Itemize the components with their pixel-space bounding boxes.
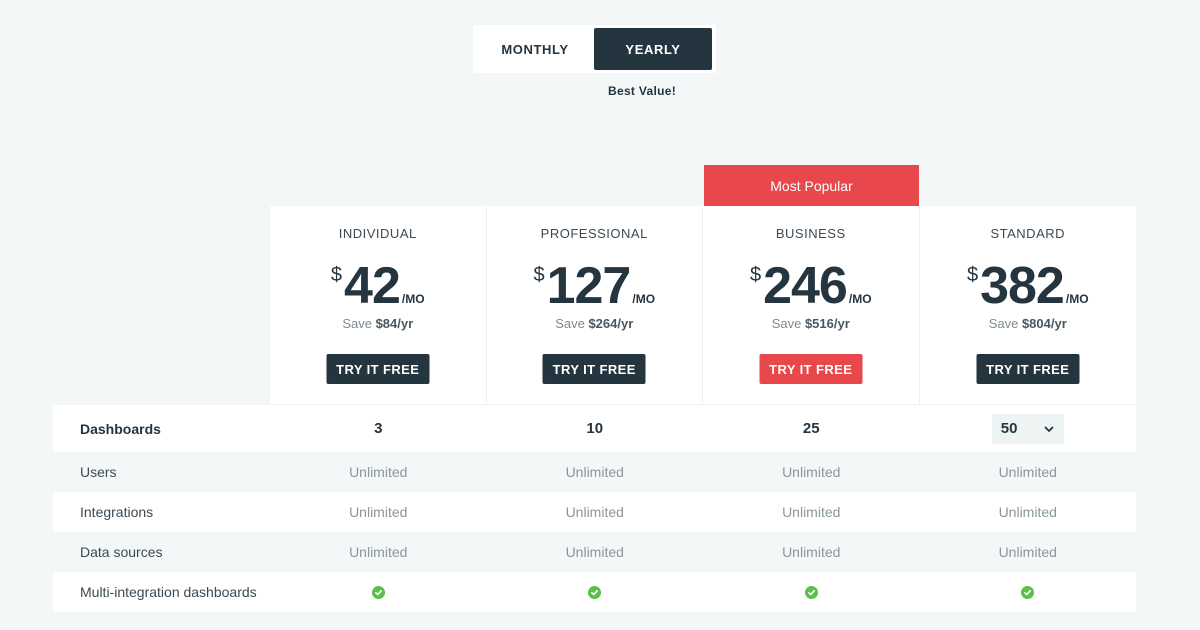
feature-value-cell [703, 585, 920, 599]
price-period: /MO [401, 292, 425, 306]
price-amount: 382 [980, 257, 1065, 315]
feature-label: Data sources [80, 544, 163, 560]
plan-cards: INDIVIDUAL $ 42 /MO Save $84/yr TRY IT F… [270, 206, 1136, 405]
feature-value: Unlimited [998, 504, 1057, 520]
plan-price: $ 382 /MO [920, 258, 1137, 314]
plan-card-professional: PROFESSIONAL $ 127 /MO Save $264/yr TRY … [487, 206, 703, 404]
feature-value: Unlimited [998, 544, 1057, 560]
yearly-savings: Save $804/yr [920, 316, 1137, 331]
savings-prefix: Save [342, 316, 376, 331]
plan-price: $ 127 /MO [487, 258, 703, 314]
feature-value-cell: 50 [920, 413, 1137, 444]
plan-name: INDIVIDUAL [338, 226, 417, 241]
plan-card-standard: STANDARD $ 382 /MO Save $804/yr TRY IT F… [920, 206, 1137, 404]
plan-name: PROFESSIONAL [540, 226, 648, 241]
savings-prefix: Save [771, 316, 805, 331]
table-row-multi-integration: Multi-integration dashboards [53, 572, 1136, 612]
dashboards-select-value: 50 [1000, 420, 1018, 437]
savings-amount: $264 [588, 316, 618, 331]
feature-value: 3 [374, 420, 383, 437]
savings-amount: $804 [1021, 316, 1051, 331]
table-row-partial [53, 612, 1136, 630]
savings-suffix: /yr [833, 316, 850, 331]
feature-value: Unlimited [998, 464, 1057, 480]
feature-value: Unlimited [565, 504, 624, 520]
yearly-savings: Save $516/yr [703, 316, 919, 331]
savings-amount: $516 [804, 316, 834, 331]
try-free-button-business[interactable]: TRY IT FREE [759, 354, 863, 384]
best-value-label: Best Value! [608, 84, 676, 98]
savings-prefix: Save [988, 316, 1022, 331]
feature-label: Dashboards [80, 420, 161, 437]
price-amount: 246 [763, 257, 848, 315]
check-circle-icon [588, 585, 602, 599]
price-amount: 42 [344, 257, 401, 315]
monthly-toggle-button[interactable]: MONTHLY [476, 28, 594, 70]
feature-value: Unlimited [782, 464, 841, 480]
feature-value-cell [270, 585, 487, 599]
currency-symbol: $ [533, 264, 545, 286]
most-popular-label: Most Popular [770, 177, 853, 194]
feature-value-cell [487, 613, 704, 630]
feature-value: Unlimited [565, 544, 624, 560]
feature-value: Unlimited [782, 544, 841, 560]
most-popular-ribbon: Most Popular [704, 165, 919, 206]
yearly-savings: Save $84/yr [270, 316, 486, 331]
table-row-dashboards: Dashboards 3 10 25 50 [53, 405, 1136, 452]
savings-prefix: Save [555, 316, 589, 331]
feature-value-cell [270, 613, 487, 630]
feature-value: Unlimited [349, 464, 408, 480]
try-free-button-professional[interactable]: TRY IT FREE [542, 354, 646, 384]
price-period: /MO [848, 292, 872, 306]
feature-value: 25 [802, 420, 820, 437]
feature-value: Unlimited [565, 464, 624, 480]
currency-symbol: $ [749, 264, 762, 286]
yearly-savings: Save $264/yr [487, 316, 703, 331]
try-free-button-standard[interactable]: TRY IT FREE [976, 354, 1080, 384]
plan-price: $ 246 /MO [703, 258, 919, 314]
try-free-button-individual[interactable]: TRY IT FREE [326, 354, 430, 384]
currency-symbol: $ [966, 264, 979, 286]
feature-table: Dashboards 3 10 25 50 Users Unlimited Un… [53, 405, 1136, 630]
table-row-users: Users Unlimited Unlimited Unlimited Unli… [53, 452, 1136, 492]
feature-value: Unlimited [782, 504, 841, 520]
price-period: /MO [1065, 292, 1089, 306]
feature-value: Unlimited [349, 544, 408, 560]
feature-value: 10 [586, 420, 604, 437]
plan-name: BUSINESS [775, 226, 846, 241]
price-amount: 127 [546, 257, 632, 315]
savings-suffix: /yr [1050, 316, 1067, 331]
price-period: /MO [632, 292, 656, 306]
dashboards-select[interactable]: 50 [991, 413, 1064, 444]
feature-label: Multi-integration dashboards [80, 584, 257, 600]
savings-amount: $84 [375, 316, 398, 331]
feature-label: Integrations [80, 504, 154, 520]
feature-value-cell [920, 613, 1137, 630]
feature-value: Unlimited [349, 504, 408, 520]
plan-card-business: BUSINESS $ 246 /MO Save $516/yr TRY IT F… [703, 206, 920, 404]
yearly-toggle-button[interactable]: YEARLY [594, 28, 712, 70]
chevron-down-icon [1044, 426, 1054, 432]
plan-name: STANDARD [990, 226, 1066, 241]
plan-price: $ 42 /MO [270, 258, 486, 314]
savings-suffix: /yr [617, 316, 634, 331]
check-circle-icon [804, 585, 818, 599]
feature-label: Users [80, 464, 117, 480]
currency-symbol: $ [330, 264, 343, 286]
check-circle-icon [371, 585, 385, 599]
check-circle-icon [1021, 585, 1035, 599]
feature-value-cell [703, 613, 920, 630]
plan-card-individual: INDIVIDUAL $ 42 /MO Save $84/yr TRY IT F… [270, 206, 487, 404]
savings-suffix: /yr [397, 316, 414, 331]
billing-toggle: MONTHLY YEARLY [473, 25, 716, 73]
feature-value-cell [920, 585, 1137, 599]
feature-value-cell [487, 585, 704, 599]
table-row-data-sources: Data sources Unlimited Unlimited Unlimit… [53, 532, 1136, 572]
table-row-integrations: Integrations Unlimited Unlimited Unlimit… [53, 492, 1136, 532]
